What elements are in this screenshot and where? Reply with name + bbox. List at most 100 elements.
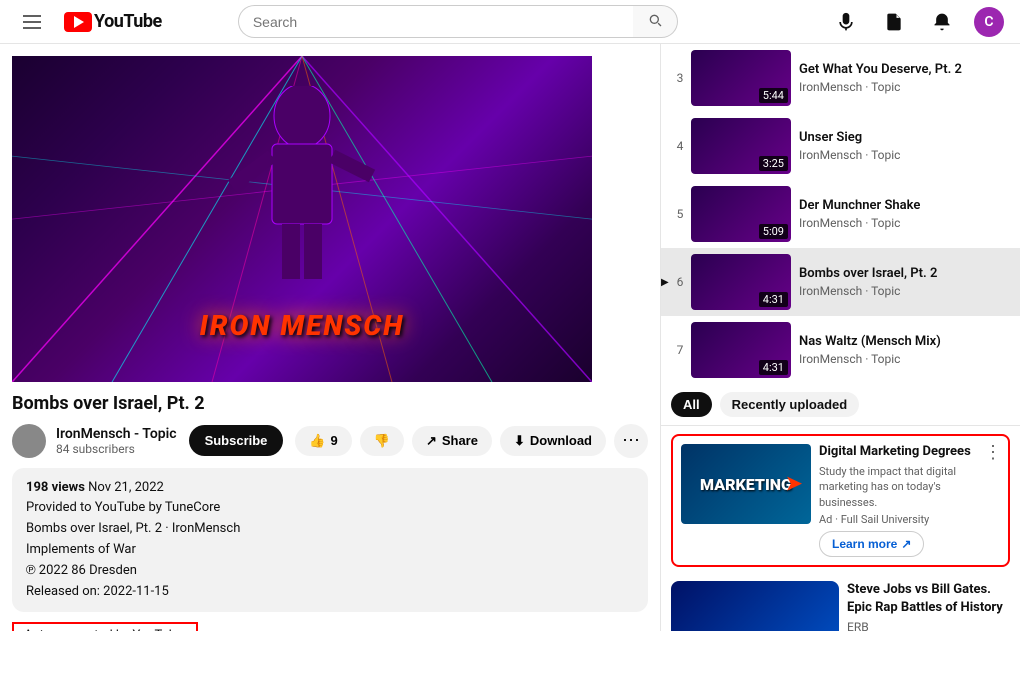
video-overlay-text: IRON MENSCH <box>200 309 405 342</box>
item-channel: IronMensch · Topic <box>799 284 1012 298</box>
thumbs-up-icon: 👍 <box>309 433 325 449</box>
track-info: Bombs over Israel, Pt. 2 · IronMensch <box>26 519 634 540</box>
hamburger-icon <box>19 11 45 33</box>
channel-avatar[interactable] <box>12 424 46 458</box>
item-channel: IronMensch · Topic <box>799 352 1012 366</box>
rec-info: Steve Jobs vs Bill Gates. Epic Rap Battl… <box>847 581 1010 631</box>
item-number: 7 <box>669 343 691 357</box>
view-count: 198 views <box>26 480 85 495</box>
red-arrow-icon: ← <box>208 623 230 631</box>
channel-row: IronMensch - Topic 84 subscribers Subscr… <box>12 424 648 458</box>
description-box: 198 views Nov 21, 2022 Provided to YouTu… <box>12 468 648 613</box>
mic-icon <box>836 12 856 32</box>
mic-button[interactable] <box>830 6 862 38</box>
ad-more-options-button[interactable]: ⋮ <box>984 442 1002 463</box>
playlist-item[interactable]: 6 4:31 Bombs over Israel, Pt. 2 IronMens… <box>661 248 1020 316</box>
item-thumbnail: 5:44 <box>691 50 791 106</box>
rec-thumbnail: 2:48 <box>671 581 839 631</box>
item-thumbnail: 4:31 <box>691 322 791 378</box>
album-info: Implements of War <box>26 540 634 561</box>
ad-description: Study the impact that digital marketing … <box>819 464 1000 510</box>
rec-channel: ERB <box>847 620 1010 631</box>
video-player[interactable]: IRON MENSCH <box>12 56 592 382</box>
youtube-icon <box>64 12 92 32</box>
channel-name[interactable]: IronMensch - Topic <box>56 426 177 442</box>
item-title: Der Munchner Shake <box>799 198 1012 215</box>
playlist-item[interactable]: 3 5:44 Get What You Deserve, Pt. 2 IronM… <box>661 44 1020 112</box>
sidebar: 3 5:44 Get What You Deserve, Pt. 2 IronM… <box>660 44 1020 631</box>
ad-thumb-text: MARKETING <box>700 475 792 494</box>
sidebar-tabs: All Recently uploaded <box>661 384 1020 426</box>
thumbs-down-icon: 👎 <box>374 433 390 449</box>
video-section: IRON MENSCH Bombs over Israel, Pt. 2 Iro… <box>0 44 660 631</box>
main-content: IRON MENSCH Bombs over Israel, Pt. 2 Iro… <box>0 44 1020 631</box>
upload-icon <box>884 12 904 32</box>
item-duration: 4:31 <box>759 360 788 375</box>
youtube-logo[interactable]: YouTube <box>64 11 162 32</box>
avatar[interactable]: C <box>974 7 1004 37</box>
item-info: Nas Waltz (Mensch Mix) IronMensch · Topi… <box>791 334 1012 367</box>
action-row: 👍 9 👎 ↗ Share ⬇ Download ⋯ <box>295 424 648 458</box>
search-input[interactable] <box>238 5 633 38</box>
playlist-items: 3 5:44 Get What You Deserve, Pt. 2 IronM… <box>661 44 1020 384</box>
share-icon: ↗ <box>426 433 437 449</box>
subscribe-button[interactable]: Subscribe <box>189 425 284 456</box>
item-duration: 5:44 <box>759 88 788 103</box>
header-left: YouTube <box>16 6 162 38</box>
provided-by: Provided to YouTube by TuneCore <box>26 498 634 519</box>
search-bar <box>238 5 678 38</box>
download-button[interactable]: ⬇ Download <box>500 426 606 456</box>
recommended-item[interactable]: 2:48 Steve Jobs vs Bill Gates. Epic Rap … <box>661 575 1020 631</box>
external-link-icon: ↗ <box>901 537 911 551</box>
item-title: Bombs over Israel, Pt. 2 <box>799 266 1012 283</box>
item-thumbnail: 3:25 <box>691 118 791 174</box>
ad-title: Digital Marketing Degrees <box>819 444 1000 461</box>
playlist-item[interactable]: 5 5:09 Der Munchner Shake IronMensch · T… <box>661 180 1020 248</box>
notifications-button[interactable] <box>926 6 958 38</box>
ad-arrow-icon: ➤ <box>785 472 803 497</box>
header-right: C <box>830 6 1004 38</box>
header: YouTube C <box>0 0 1020 44</box>
item-thumbnail: 4:31 <box>691 254 791 310</box>
item-channel: IronMensch · Topic <box>799 80 1012 94</box>
item-info: Get What You Deserve, Pt. 2 IronMensch ·… <box>791 62 1012 95</box>
playlist-item[interactable]: 4 3:25 Unser Sieg IronMensch · Topic <box>661 112 1020 180</box>
hamburger-menu-button[interactable] <box>16 6 48 38</box>
tab-all[interactable]: All <box>671 392 712 417</box>
item-title: Get What You Deserve, Pt. 2 <box>799 62 1012 79</box>
item-title: Nas Waltz (Mensch Mix) <box>799 334 1012 351</box>
like-button[interactable]: 👍 9 <box>295 426 351 456</box>
download-icon: ⬇ <box>514 433 525 449</box>
playlist-item[interactable]: 7 4:31 Nas Waltz (Mensch Mix) IronMensch… <box>661 316 1020 384</box>
learn-more-button[interactable]: Learn more ↗ <box>819 531 924 557</box>
item-info: Bombs over Israel, Pt. 2 IronMensch · To… <box>791 266 1012 299</box>
item-number: 5 <box>669 207 691 221</box>
upload-button[interactable] <box>878 6 910 38</box>
bell-icon <box>932 12 952 32</box>
view-date: Nov 21, 2022 <box>88 480 164 495</box>
autogen-row: Auto-generated by YouTube. ← <box>12 622 648 631</box>
item-number: 4 <box>669 139 691 153</box>
item-channel: IronMensch · Topic <box>799 216 1012 230</box>
video-title: Bombs over Israel, Pt. 2 <box>12 392 648 415</box>
tab-recently-uploaded[interactable]: Recently uploaded <box>720 392 860 417</box>
dislike-button[interactable]: 👎 <box>360 426 404 456</box>
item-info: Der Munchner Shake IronMensch · Topic <box>791 198 1012 231</box>
search-button[interactable] <box>633 5 678 38</box>
channel-info: IronMensch - Topic 84 subscribers <box>56 426 177 456</box>
copyright-info: ℗ 2022 86 Dresden <box>26 561 634 582</box>
ad-info: Digital Marketing Degrees Study the impa… <box>819 444 1000 557</box>
ad-source: Ad · Full Sail University <box>819 513 1000 526</box>
item-thumbnail: 5:09 <box>691 186 791 242</box>
autogen-label: Auto-generated by YouTube. <box>12 622 198 631</box>
like-count: 9 <box>331 433 338 448</box>
share-button[interactable]: ↗ Share <box>412 426 492 456</box>
item-info: Unser Sieg IronMensch · Topic <box>791 130 1012 163</box>
released-info: Released on: 2022-11-15 <box>26 582 634 603</box>
item-title: Unser Sieg <box>799 130 1012 147</box>
more-options-button[interactable]: ⋯ <box>614 424 648 458</box>
youtube-logo-text: YouTube <box>94 11 162 32</box>
figure-silhouette <box>212 86 392 286</box>
recommended-items: 2:48 Steve Jobs vs Bill Gates. Epic Rap … <box>661 575 1020 631</box>
learn-more-label: Learn more <box>832 537 897 551</box>
